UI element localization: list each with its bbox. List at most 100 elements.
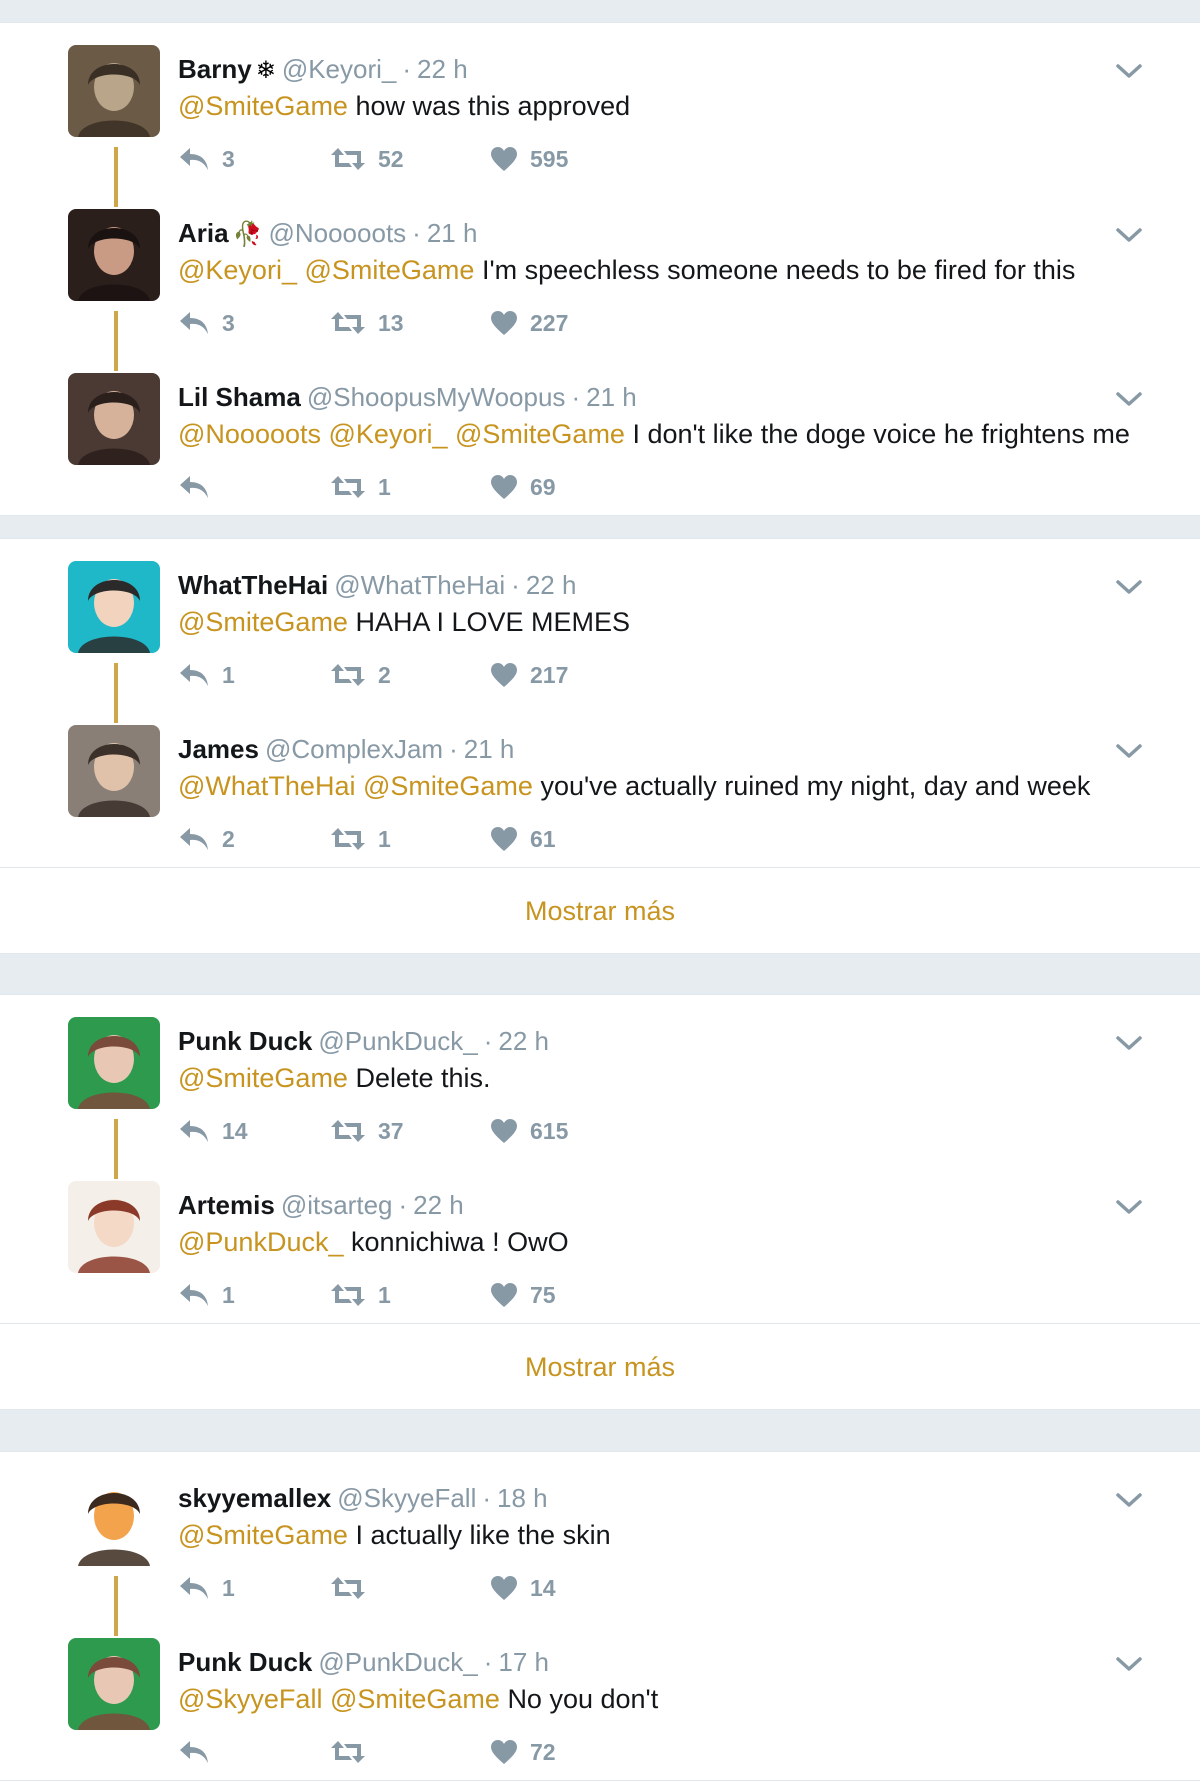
retweet-button[interactable]: 13 [330, 305, 404, 341]
username-handle[interactable]: @WhatTheHai [334, 570, 505, 600]
retweet-button[interactable]: 1 [330, 469, 391, 505]
tweet[interactable]: Punk Duck @PunkDuck_ · 22 h @SmiteGame Delet… [0, 995, 1200, 1179]
mention-link[interactable]: @SmiteGame [178, 1520, 348, 1550]
tweet-body: I'm speechless someone needs to be fired… [481, 255, 1076, 285]
tweet[interactable]: skyyemallex @SkyyeFall · 18 h @SmiteGame I a… [0, 1452, 1200, 1636]
display-name[interactable]: Punk Duck [178, 1647, 312, 1677]
chevron-down-icon[interactable] [1114, 389, 1144, 409]
avatar[interactable] [68, 725, 160, 817]
tweet[interactable]: Punk Duck @PunkDuck_ · 17 h @SkyyeFall @Smit… [0, 1616, 1200, 1780]
reply-button[interactable] [178, 1734, 210, 1770]
avatar[interactable] [68, 1474, 160, 1566]
mention-link[interactable]: @PunkDuck_ [178, 1227, 343, 1257]
chevron-down-icon[interactable] [1114, 577, 1144, 597]
chevron-down-icon[interactable] [1114, 1654, 1144, 1674]
like-button[interactable]: 61 [490, 821, 556, 857]
username-handle[interactable]: @PunkDuck_ [318, 1026, 477, 1056]
chevron-down-icon[interactable] [1114, 741, 1144, 761]
show-more-link[interactable]: Mostrar más [525, 896, 675, 927]
like-button[interactable]: 595 [490, 141, 568, 177]
mention-link[interactable]: @Keyori_ [178, 255, 297, 285]
reply-button[interactable]: 2 [178, 821, 235, 857]
show-more-link[interactable]: Mostrar más [525, 1352, 675, 1383]
chevron-down-icon[interactable] [1114, 225, 1144, 245]
retweet-button[interactable]: 1 [330, 821, 391, 857]
avatar[interactable] [68, 373, 160, 465]
timestamp[interactable]: 18 h [497, 1483, 548, 1513]
avatar[interactable] [68, 1017, 160, 1109]
chevron-down-icon[interactable] [1114, 1197, 1144, 1217]
display-name[interactable]: skyyemallex [178, 1483, 331, 1513]
tweet[interactable]: James @ComplexJam · 21 h @WhatTheHai @SmiteG… [0, 703, 1200, 867]
like-button[interactable]: 75 [490, 1277, 556, 1313]
mention-link[interactable]: @SmiteGame [455, 419, 625, 449]
display-name[interactable]: Artemis [178, 1190, 275, 1220]
chevron-down-icon[interactable] [1114, 1490, 1144, 1510]
timestamp[interactable]: 22 h [417, 54, 468, 84]
chevron-down-icon[interactable] [1114, 1033, 1144, 1053]
display-name[interactable]: Lil Shama [178, 382, 301, 412]
avatar[interactable] [68, 1181, 160, 1273]
retweet-button[interactable]: 37 [330, 1113, 404, 1149]
like-button[interactable]: 217 [490, 657, 568, 693]
reply-button[interactable]: 3 [178, 305, 235, 341]
mention-link[interactable]: @SmiteGame [178, 1063, 348, 1093]
username-handle[interactable]: @ShoopusMyWoopus [307, 382, 566, 412]
username-handle[interactable]: @Nooooots [268, 218, 406, 248]
mention-link[interactable]: @Keyori_ [329, 419, 448, 449]
timestamp[interactable]: 21 h [586, 382, 637, 412]
like-button[interactable]: 14 [490, 1570, 556, 1606]
username-handle[interactable]: @itsarteg [281, 1190, 393, 1220]
like-button[interactable]: 227 [490, 305, 568, 341]
username-handle[interactable]: @ComplexJam [265, 734, 443, 764]
display-name[interactable]: WhatTheHai [178, 570, 328, 600]
mention-link[interactable]: @WhatTheHai [178, 771, 355, 801]
timestamp[interactable]: 21 h [427, 218, 478, 248]
display-name[interactable]: Punk Duck [178, 1026, 312, 1056]
retweet-button[interactable] [330, 1734, 366, 1770]
timestamp[interactable]: 22 h [526, 570, 577, 600]
reply-button[interactable]: 1 [178, 1277, 235, 1313]
reply-button[interactable]: 1 [178, 1570, 235, 1606]
reply-button[interactable]: 14 [178, 1113, 248, 1149]
tweet[interactable]: Artemis @itsarteg · 22 h @PunkDuck_ konnichi… [0, 1159, 1200, 1323]
mention-link[interactable]: @SmiteGame [330, 1684, 500, 1714]
mention-link[interactable]: @SmiteGame [304, 255, 474, 285]
mention-link[interactable]: @SmiteGame [178, 91, 348, 121]
reply-button[interactable] [178, 469, 210, 505]
like-button[interactable]: 69 [490, 469, 556, 505]
retweet-button[interactable] [330, 1570, 366, 1606]
tweet[interactable]: WhatTheHai @WhatTheHai · 22 h @SmiteGame HAH… [0, 539, 1200, 723]
mention-link[interactable]: @SkyyeFall [178, 1684, 322, 1714]
timestamp[interactable]: 22 h [498, 1026, 549, 1056]
avatar[interactable] [68, 209, 160, 301]
retweet-button[interactable]: 1 [330, 1277, 391, 1313]
retweet-button[interactable]: 52 [330, 141, 404, 177]
display-name[interactable]: James [178, 734, 259, 764]
timestamp[interactable]: 21 h [464, 734, 515, 764]
chevron-down-icon[interactable] [1114, 61, 1144, 81]
tweet[interactable]: Lil Shama @ShoopusMyWoopus · 21 h @Nooooots … [0, 351, 1200, 515]
reply-button[interactable]: 1 [178, 657, 235, 693]
username-handle[interactable]: @PunkDuck_ [318, 1647, 477, 1677]
mention-link[interactable]: @SmiteGame [178, 607, 348, 637]
display-name[interactable]: Aria [178, 218, 229, 248]
retweet-button[interactable]: 2 [330, 657, 391, 693]
mention-link[interactable]: @Nooooots [178, 419, 321, 449]
timestamp[interactable]: 22 h [413, 1190, 464, 1220]
like-button[interactable]: 72 [490, 1734, 556, 1770]
avatar[interactable] [68, 45, 160, 137]
mention-link[interactable]: @SmiteGame [363, 771, 533, 801]
tweet[interactable]: Aria 🥀 @Nooooots · 21 h @Keyori_ @SmiteGame I… [0, 187, 1200, 371]
reply-button[interactable]: 3 [178, 141, 235, 177]
timeline-stream: Barny ❄ @Keyori_ · 22 h @SmiteGame how was th… [0, 0, 1200, 1781]
display-name[interactable]: Barny [178, 54, 252, 84]
username-handle[interactable]: @SkyyeFall [337, 1483, 476, 1513]
like-button[interactable]: 615 [490, 1113, 568, 1149]
username-handle[interactable]: @Keyori_ [282, 54, 397, 84]
tweet[interactable]: Barny ❄ @Keyori_ · 22 h @SmiteGame how was th… [0, 23, 1200, 207]
avatar[interactable] [68, 1638, 160, 1730]
reply-icon [178, 474, 210, 500]
timestamp[interactable]: 17 h [498, 1647, 549, 1677]
avatar[interactable] [68, 561, 160, 653]
